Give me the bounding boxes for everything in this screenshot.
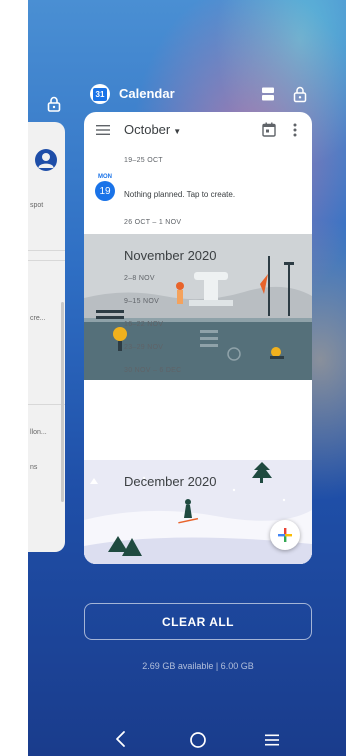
week-header: 30 NOV – 6 DEC [124, 367, 182, 374]
divider [28, 404, 65, 405]
app-header: 31 Calendar [84, 82, 312, 106]
nothing-planned-prompt[interactable]: Nothing planned. Tap to create. [124, 190, 235, 199]
previous-app-text: cre... [30, 315, 46, 322]
previous-app-card[interactable]: spot cre... llon... ns [28, 122, 65, 552]
screen-bezel [0, 0, 28, 756]
week-header: 2–8 NOV [124, 275, 155, 282]
december-month-title: December 2020 [124, 474, 217, 489]
week-header: 9–15 NOV [124, 298, 160, 305]
week-header: 19–25 OCT [124, 157, 163, 164]
clear-all-button[interactable]: CLEAR ALL [84, 603, 312, 640]
plus-icon [278, 528, 292, 542]
today-day-number: 19 [95, 181, 115, 201]
calendar-toolbar: October ▼ [84, 112, 312, 148]
divider [28, 260, 65, 261]
calendar-app-card[interactable]: October ▼ 19–25 OCT MON 19 Nothing planne… [84, 112, 312, 564]
calendar-app-icon[interactable]: 31 [90, 84, 110, 104]
today-date[interactable]: MON 19 [94, 174, 116, 201]
recent-apps-icon[interactable] [264, 733, 280, 747]
month-dropdown[interactable]: October ▼ [124, 122, 181, 137]
week-header: 23–29 NOV [124, 344, 164, 351]
more-options-icon[interactable] [293, 123, 297, 137]
previous-app-lock-icon[interactable] [44, 94, 64, 114]
home-icon[interactable] [189, 731, 207, 749]
previous-app-text: spot [30, 202, 44, 209]
today-calendar-icon[interactable] [262, 122, 276, 137]
scrollbar [61, 302, 64, 502]
week-header: 16–22 NOV [124, 321, 164, 328]
lock-app-icon[interactable] [292, 85, 308, 103]
create-event-button[interactable] [270, 520, 300, 550]
account-icon [35, 149, 57, 171]
caret-down-icon: ▼ [173, 127, 182, 136]
back-icon[interactable] [114, 730, 128, 748]
previous-app-text: llon... [30, 429, 47, 436]
divider [28, 250, 65, 251]
split-screen-icon[interactable] [260, 86, 276, 102]
app-name: Calendar [119, 86, 175, 101]
previous-app-text: ns [30, 464, 38, 471]
memory-status: 2.69 GB available | 6.00 GB [142, 661, 254, 671]
november-month-title: November 2020 [124, 248, 217, 263]
menu-icon[interactable] [96, 124, 110, 136]
week-header: 26 OCT – 1 NOV [124, 219, 182, 226]
